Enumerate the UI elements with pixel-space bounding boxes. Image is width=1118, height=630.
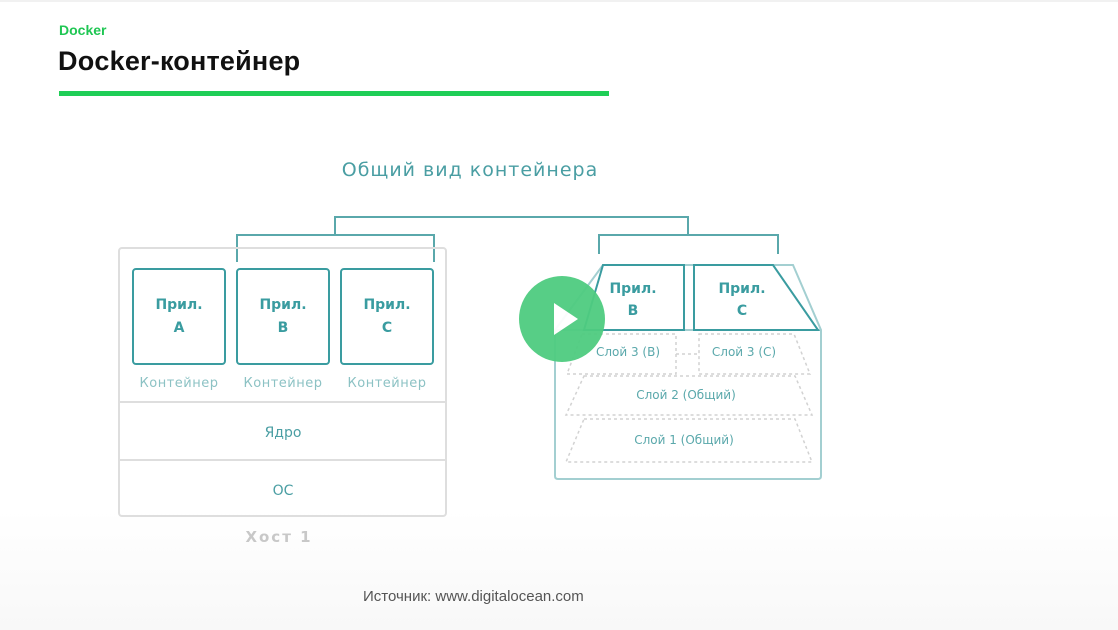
layer2-label: Слой 2 (Общий) [636, 388, 736, 402]
container-b-caption: Контейнер [244, 376, 323, 391]
image-app-c-box [693, 264, 820, 331]
os-label: ОС [273, 483, 294, 499]
host-label: Хост 1 [245, 528, 312, 546]
top-bracket [334, 216, 689, 236]
play-icon [554, 303, 578, 335]
image-app-b-label: Прил. [609, 281, 656, 297]
source-caption: Источник: www.digitalocean.com [363, 588, 584, 605]
image-app-c-letter: C [737, 303, 747, 319]
right-bracket [598, 234, 779, 254]
container-a-caption: Контейнер [140, 376, 219, 391]
app-c-label: Прил. [363, 297, 410, 313]
app-b-label: Прил. [259, 297, 306, 313]
layer3-c-label: Слой 3 (C) [712, 345, 776, 359]
container-c-caption: Контейнер [348, 376, 427, 391]
diagram-title: Общий вид контейнера [342, 159, 598, 181]
image-app-b-letter: B [628, 303, 639, 319]
app-a-label: Прил. [155, 297, 202, 313]
layer1-label: Слой 1 (Общий) [634, 433, 734, 447]
image-app-c-label: Прил. [718, 281, 765, 297]
kernel-label: Ядро [265, 425, 302, 441]
play-button[interactable] [519, 276, 605, 362]
app-c-box [340, 268, 434, 365]
app-b-letter: B [278, 320, 289, 336]
app-a-box [132, 268, 226, 365]
layer3-b-label: Слой 3 (B) [596, 345, 660, 359]
app-a-letter: A [174, 320, 185, 336]
app-c-letter: C [382, 320, 392, 336]
app-b-box [236, 268, 330, 365]
